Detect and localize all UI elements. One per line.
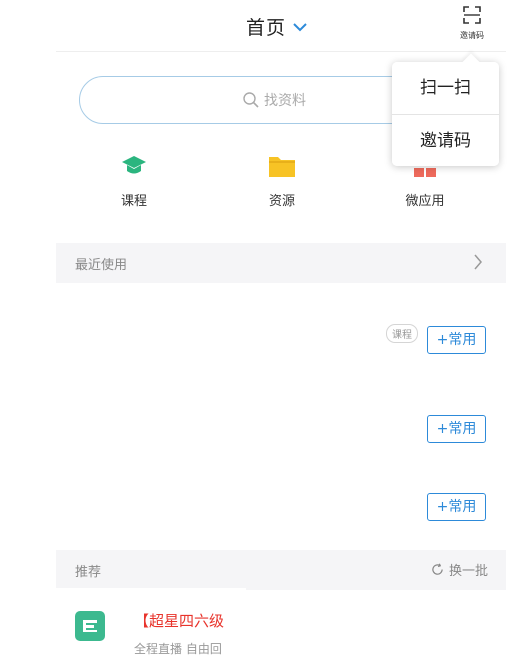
list-item[interactable]: +常用 bbox=[56, 460, 506, 548]
section-title: 推荐 bbox=[75, 565, 102, 580]
chevron-right-icon bbox=[474, 254, 482, 270]
category-label: 资源 bbox=[268, 194, 295, 209]
search-placeholder-wrap: 找资料 bbox=[242, 90, 306, 110]
recent-more[interactable] bbox=[473, 253, 488, 271]
recent-section-header[interactable]: 最近使用 bbox=[56, 243, 506, 283]
menu-item-scan[interactable]: 扫一扫 bbox=[392, 62, 499, 114]
category-label: 课程 bbox=[120, 194, 147, 209]
recommend-subtitle: 全程直播 自由回 bbox=[134, 642, 222, 655]
list-item[interactable]: 课程 +常用 bbox=[56, 292, 506, 380]
refresh-button[interactable]: 换一批 bbox=[431, 560, 488, 579]
invite-code-label: 邀请码 bbox=[460, 31, 484, 40]
list-item[interactable]: +常用 bbox=[56, 381, 506, 469]
scan-frame-icon bbox=[463, 6, 481, 24]
category-label: 微应用 bbox=[405, 194, 445, 209]
recommend-title: 【超星四六级 bbox=[134, 612, 225, 630]
menu-item-invite-code[interactable]: 邀请码 bbox=[392, 114, 499, 166]
graduation-cap-icon bbox=[122, 156, 146, 174]
recommend-section-header: 推荐 换一批 bbox=[56, 550, 506, 590]
category-course[interactable]: 课程 bbox=[79, 150, 189, 209]
refresh-label: 换一批 bbox=[448, 564, 488, 579]
section-title: 最近使用 bbox=[75, 258, 128, 273]
add-favorite-button[interactable]: +常用 bbox=[427, 415, 486, 443]
popup-menu: 扫一扫 邀请码 bbox=[392, 62, 499, 166]
course-tag: 课程 bbox=[386, 324, 418, 343]
chevron-down-icon bbox=[293, 22, 307, 31]
app-logo-icon bbox=[75, 611, 105, 641]
search-input[interactable]: 找资料 bbox=[79, 76, 429, 124]
folder-icon bbox=[269, 157, 295, 177]
home-page: 首页 邀请码 找资料 扫一扫 邀请码 课程 资源 微应用 最近使用 课程 +常用… bbox=[0, 0, 519, 655]
add-favorite-button[interactable]: +常用 bbox=[427, 493, 486, 521]
search-icon bbox=[243, 92, 259, 108]
page-title-dropdown[interactable]: 首页 bbox=[246, 13, 308, 40]
recommend-card[interactable]: 【超星四六级 全程直播 自由回 bbox=[56, 588, 246, 655]
category-resource[interactable]: 资源 bbox=[227, 150, 337, 209]
search-placeholder: 找资料 bbox=[264, 93, 306, 109]
add-favorite-button[interactable]: +常用 bbox=[427, 326, 486, 354]
refresh-icon bbox=[432, 563, 443, 575]
top-bar: 首页 邀请码 bbox=[56, 0, 506, 52]
page-title: 首页 bbox=[246, 17, 287, 39]
invite-code-button[interactable]: 邀请码 bbox=[452, 3, 492, 47]
